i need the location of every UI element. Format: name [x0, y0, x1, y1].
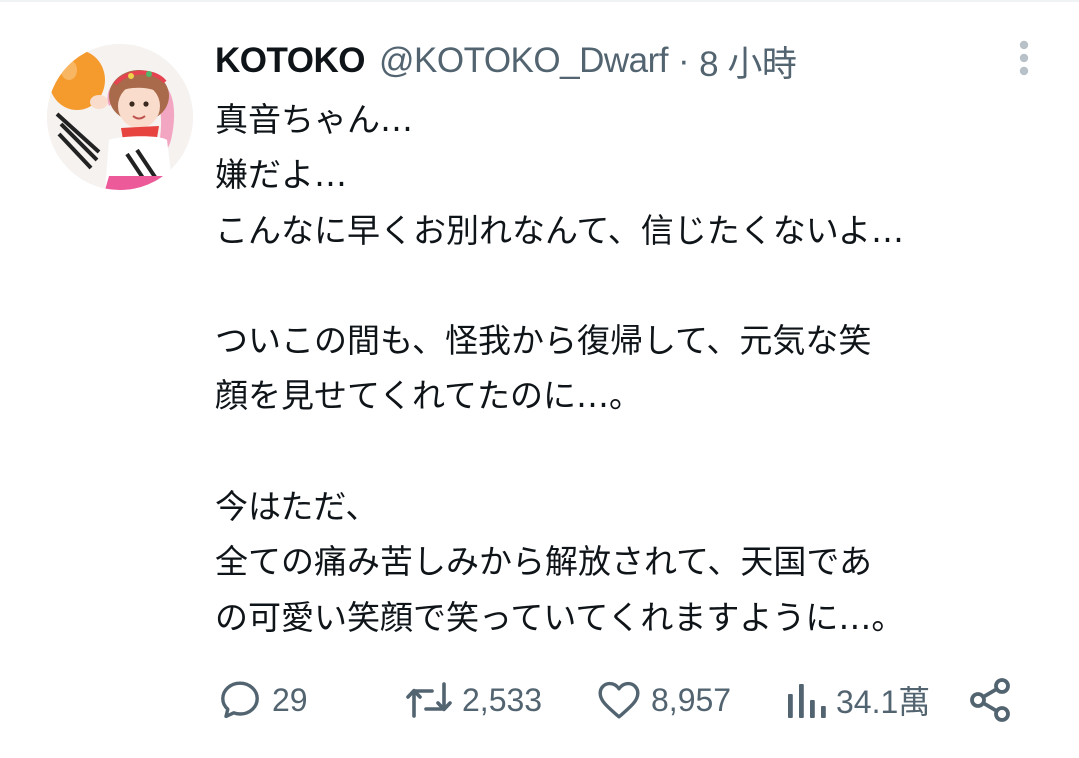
tweet-text-line: 全ての痛み苦しみから解放されて、天国であ: [215, 542, 873, 582]
tweet-text-line: ついこの間も、怪我から復帰して、元気な笑: [215, 321, 872, 361]
display-name[interactable]: KOTOKO: [215, 41, 365, 81]
tweet-text-line: [215, 258, 1055, 313]
more-vertical-icon: [1019, 40, 1029, 76]
reply-icon: [221, 681, 259, 719]
tweet-text-line: の可愛い笑顔で笑っていてくれますように…。: [215, 597, 905, 637]
heart-icon: [598, 681, 640, 719]
views-button[interactable]: 34.1萬: [784, 672, 930, 728]
tweet-text-line: 嫌だよ…: [215, 155, 347, 195]
profile-photo-icon: [47, 44, 193, 190]
share-button[interactable]: [968, 672, 1012, 728]
tweet-text-line: [215, 424, 1055, 479]
tweet-action-bar: 29 2,533 8,957 34.1萬: [0, 672, 1079, 728]
like-button[interactable]: 8,957: [595, 672, 731, 728]
tweet-text-line: 顔を見せてくれてたのに…。: [215, 376, 643, 416]
share-icon: [970, 678, 1010, 722]
separator-dot: ·: [678, 41, 690, 80]
tweet-text: 真音ちゃん… 嫌だよ… こんなに早くお別れなんて、信じたくないよ… ついこの間も…: [215, 92, 1055, 645]
tweet-text-line: こんなに早くお別れなんて、信じたくないよ…: [215, 210, 905, 250]
retweet-count: 2,533: [462, 681, 543, 718]
tweet-text-line: 今はただ、: [215, 487, 379, 527]
avatar[interactable]: [47, 44, 193, 190]
tweet[interactable]: KOTOKO @KOTOKO_Dwarf · 8 小時 真音ちゃん… 嫌だよ… …: [0, 0, 1079, 758]
more-options-button[interactable]: [1004, 36, 1044, 80]
retweet-button[interactable]: 2,533: [404, 672, 542, 728]
tweet-text-line: 真音ちゃん…: [215, 100, 413, 139]
retweet-icon: [406, 682, 452, 718]
views-bar-chart-icon: [788, 684, 826, 718]
like-count: 8,957: [651, 681, 732, 718]
username-handle[interactable]: @KOTOKO_Dwarf: [379, 41, 669, 81]
views-count: 34.1萬: [836, 684, 931, 720]
timestamp[interactable]: 8 小時: [699, 36, 797, 87]
reply-button[interactable]: 29: [216, 672, 308, 728]
tweet-header: KOTOKO @KOTOKO_Dwarf · 8 小時: [215, 36, 797, 87]
reply-count: 29: [272, 681, 308, 718]
